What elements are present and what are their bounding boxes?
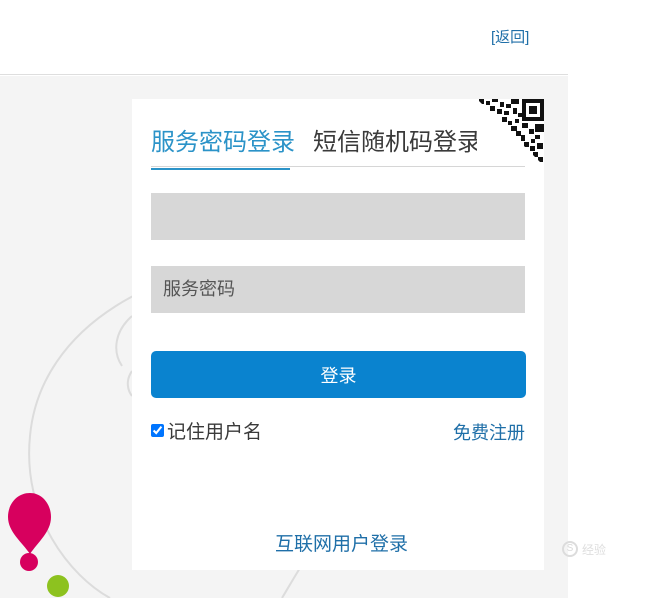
password-input[interactable]	[151, 266, 525, 313]
pink-balloon-icon	[8, 493, 51, 571]
watermark: S 经验	[560, 539, 640, 573]
tab-service-password[interactable]: 服务密码登录	[151, 122, 295, 170]
top-bar: [返回]	[0, 0, 568, 75]
back-link[interactable]: [返回]	[491, 26, 529, 47]
remember-checkbox[interactable]	[151, 423, 164, 437]
green-dot-icon	[47, 575, 69, 597]
remember-username: 记住用户名	[151, 419, 263, 443]
account-input[interactable]	[151, 193, 525, 240]
watermark-text: 经验	[582, 543, 607, 557]
login-button[interactable]: 登录	[151, 351, 526, 398]
tab-sms-code[interactable]: 短信随机码登录	[313, 122, 481, 157]
watermark-logo-icon: S	[562, 541, 578, 557]
register-link[interactable]: 免费注册	[453, 419, 525, 445]
login-panel: 服务密码登录 短信随机码登录 登录 记住用户名 免费注册 互联网用户登录	[132, 99, 544, 570]
internet-user-login-link[interactable]: 互联网用户登录	[275, 529, 408, 556]
qr-code-icon[interactable]	[477, 99, 544, 166]
login-tabs: 服务密码登录 短信随机码登录	[151, 99, 525, 170]
remember-label: 记住用户名	[167, 421, 263, 443]
